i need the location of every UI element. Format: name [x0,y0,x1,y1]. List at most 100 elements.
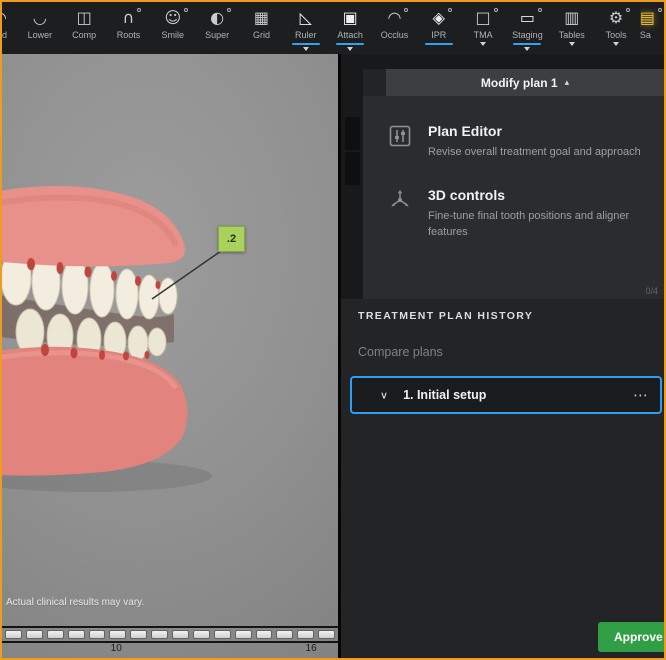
toolbar-item-ipr[interactable]: ◈ IPR [418,7,459,54]
toolbar-item-comp[interactable]: ◫ Comp [64,7,105,54]
badge-dot [658,8,663,12]
toolbar-item-occlus[interactable]: ◠ Occlus [374,7,415,54]
approve-plan-button[interactable]: Approve plan [598,622,664,652]
active-underline [424,43,453,45]
disclaimer-text: Actual clinical results may vary. [6,597,145,608]
stage-chip[interactable] [318,630,335,639]
tools-icon: ⚙ [609,7,631,29]
option-counter: 0/4 [645,286,658,296]
dropdown-caret-icon [347,47,354,51]
more-options-icon[interactable]: ⋯ [633,386,648,404]
tma-icon: □ [476,7,498,29]
toolbar-item-tma[interactable]: □ TMA [463,7,504,54]
3d-controls-text: 3D controls Fine-tune final tooth positi… [428,187,646,241]
badge-dot [626,8,631,12]
comp-icon: ◫ [76,8,92,27]
toolbar-item-label: d [2,30,8,40]
badge-dot [404,8,409,12]
toolbar-item-ruler[interactable]: ◺ Ruler [285,7,326,54]
stage-chip[interactable] [130,630,148,639]
history-section-heading: TREATMENT PLAN HISTORY [358,310,534,322]
stage-timeline: 10 16 [2,626,338,655]
badge-dot [227,8,232,12]
3d-controls-icon [387,187,413,241]
stage-chip[interactable] [5,630,22,639]
stage-number: 16 [305,643,317,654]
toolbar-item-lower[interactable]: ◡ Lower [19,7,60,54]
stage-chip[interactable] [67,630,85,639]
main-toolbar: ◠d◡Lower◫Comp∩Roots☺Smile◐Super▦Grid◺Rul… [2,2,664,54]
active-underline [291,43,320,45]
teeth-model [2,186,222,492]
ipr-value-tag[interactable]: .2 [218,226,245,252]
toolbar-item-quad[interactable]: ◠d [2,7,16,54]
stage-numbers: 10 16 [2,643,338,655]
stage-chip[interactable] [192,630,210,639]
3d-controls-option[interactable]: 3D controls Fine-tune final tooth positi… [387,187,646,241]
3d-viewport[interactable]: .2 Actual clinical results may vary. 10 1… [2,54,338,658]
stage-chip[interactable] [109,630,127,639]
active-underline [513,43,542,45]
option-title: 3D controls [428,186,506,203]
collapsed-card [345,152,360,185]
option-title: Plan Editor [428,123,502,139]
stage-chip[interactable] [213,630,231,639]
toolbar-item-label: Staging [512,30,543,40]
app-window: ◠d◡Lower◫Comp∩Roots☺Smile◐Super▦Grid◺Rul… [0,0,666,660]
dropdown-caret-icon [480,42,487,46]
dropdown-caret-icon [302,47,309,51]
stage-chip[interactable] [255,630,273,639]
occlus-icon: ◠ [387,7,409,29]
stage-chip[interactable] [297,630,315,639]
toolbar-item-tables[interactable]: ▥ Tables [551,7,592,54]
toolbar-item-tools[interactable]: ⚙ Tools [596,7,637,54]
plan-panel: Modify plan 1 ▴ Plan Editor Revise overa… [341,54,664,658]
stage-chip[interactable] [46,630,64,639]
modify-plan-header[interactable]: Modify plan 1 ▴ [386,69,664,96]
smile-icon: ☺ [164,7,189,29]
toolbar-item-roots[interactable]: ∩ Roots [108,7,149,54]
toolbar-item-staging[interactable]: ▭ Staging [507,7,548,54]
plan-editor-text: Plan Editor Revise overall treatment goa… [428,123,641,161]
plan-editor-option[interactable]: Plan Editor Revise overall treatment goa… [387,123,646,161]
content-area: .2 Actual clinical results may vary. 10 1… [2,54,664,658]
stage-chip[interactable] [88,630,106,639]
toolbar-item-label: Ruler [295,30,317,40]
stage-chip[interactable] [25,630,43,639]
attach-icon: ▣ [342,8,358,27]
stage-chip[interactable] [234,630,252,639]
save-icon: ▤ [640,7,663,29]
toolbar-item-grid[interactable]: ▦ Grid [241,7,282,54]
dropdown-caret-icon [524,47,531,51]
toolbar-item-super[interactable]: ◐ Super [197,7,238,54]
plan-editor-icon [387,123,413,161]
stage-chip[interactable] [172,630,189,639]
staging-icon: ▭ [520,7,542,29]
modify-plan-label: Modify plan 1 [480,75,558,90]
active-underline [336,43,365,45]
toolbar-item-smile[interactable]: ☺ Smile [152,7,193,54]
toolbar-item-attach[interactable]: ▣ Attach [330,7,371,54]
badge-dot [493,8,498,12]
toolbar-item-save[interactable]: ▤ Sa [640,7,664,54]
ruler-icon: ◺ [299,8,312,27]
compare-plans-control[interactable]: Compare plans [358,345,443,359]
toolbar-item-label: Super [205,30,230,40]
plan-history-card[interactable]: ∨ 1. Initial setup ⋯ [350,376,662,414]
toolbar-item-label: Roots [116,30,141,40]
option-description: Revise overall treatment goal and approa… [428,146,641,158]
toolbar-item-label: Comp [72,30,97,40]
toolbar-item-label: Attach [337,30,363,40]
stage-chip[interactable] [151,630,168,639]
lower-icon: ◡ [32,8,47,27]
chevron-down-icon[interactable]: ∨ [380,389,388,401]
toolbar-item-label: Smile [161,30,185,40]
ipr-icon: ◈ [433,7,452,29]
caret-up-icon: ▴ [564,77,570,88]
quad-icon: ◠ [2,7,7,29]
grid-icon: ▦ [253,8,270,27]
stage-chip[interactable] [276,630,294,639]
toolbar-item-label: Occlus [380,30,409,40]
toolbar-item-label: TMA [473,30,493,40]
toolbar-item-label: Tools [605,30,627,40]
